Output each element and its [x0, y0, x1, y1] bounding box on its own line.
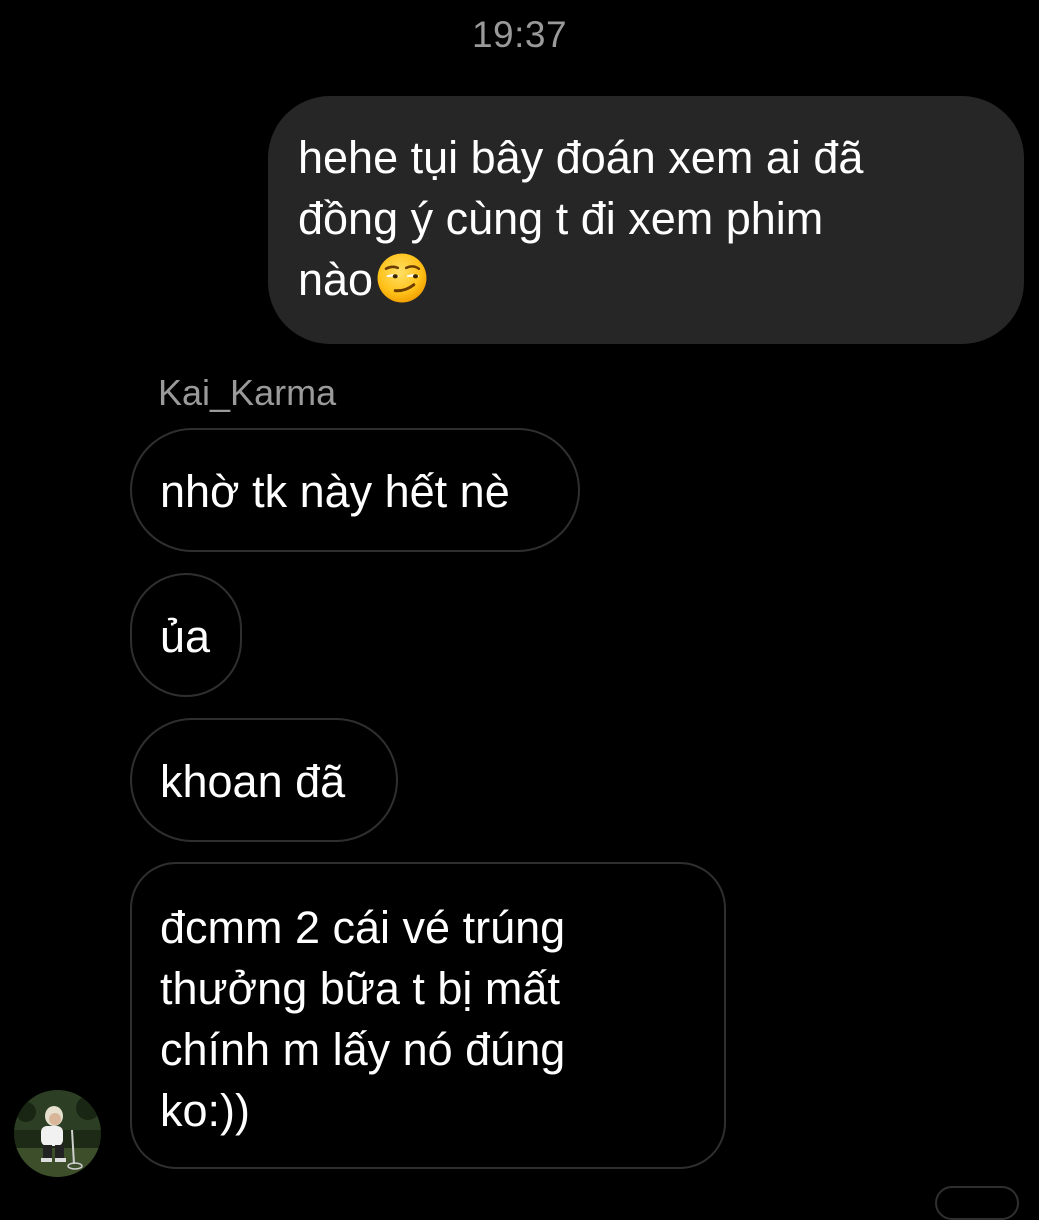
- received-message-bubble[interactable]: đcmm 2 cái vé trúng thưởng bữa t bị mất …: [130, 862, 726, 1169]
- avatar-photo-icon: [14, 1090, 101, 1177]
- received-message-bubble[interactable]: ủa: [130, 573, 242, 697]
- sent-message-bubble[interactable]: hehe tụi bây đoán xem ai đã đồng ý cùng …: [268, 96, 1024, 344]
- received-message-bubble[interactable]: khoan đã: [130, 718, 398, 842]
- message-timestamp: 19:37: [471, 14, 568, 55]
- smirking-face-emoji-icon: [377, 253, 427, 303]
- received-message-text: nhờ tk này hết nè: [160, 466, 510, 517]
- received-message-text: khoan đã: [160, 756, 346, 807]
- received-message-bubble[interactable]: nhờ tk này hết nè: [130, 428, 580, 552]
- received-message-text: đcmm 2 cái vé trúng thưởng bữa t bị mất …: [160, 902, 566, 1136]
- partial-message-bubble: [935, 1186, 1019, 1220]
- received-message-text: ủa: [160, 611, 211, 662]
- sender-name: Kai_Karma: [158, 372, 337, 413]
- sender-avatar[interactable]: [14, 1090, 101, 1177]
